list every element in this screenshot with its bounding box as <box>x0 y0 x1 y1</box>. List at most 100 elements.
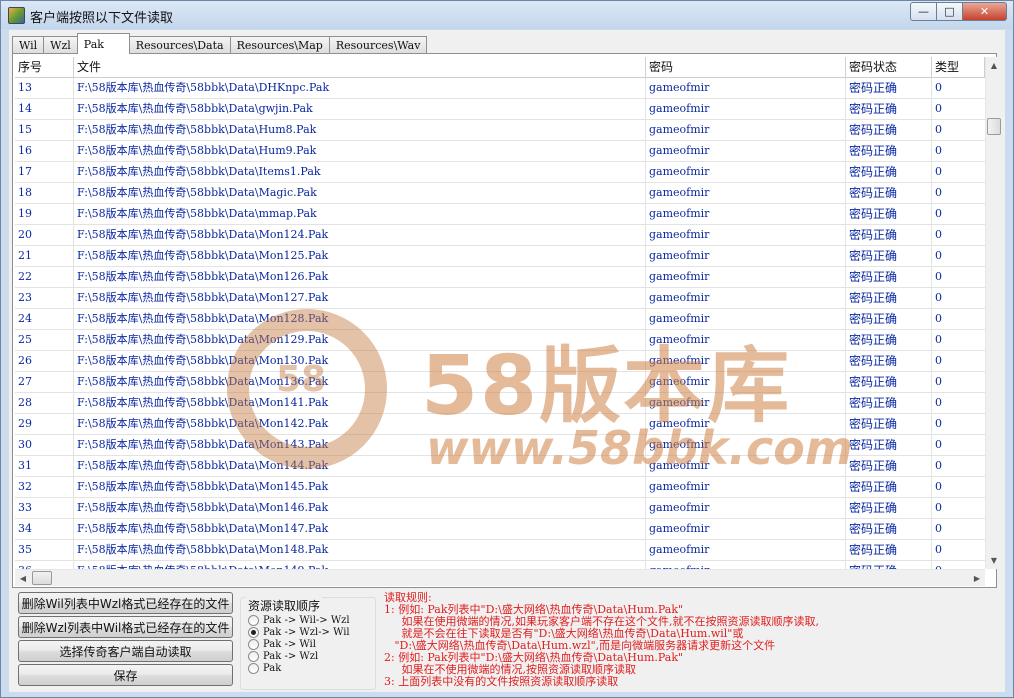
read-order-option[interactable]: Pak <box>248 662 350 674</box>
table-row[interactable]: 25 F:\58版本库\热血传奇\58bbk\Data\Mon129.Pak gam… <box>15 330 985 351</box>
table-row[interactable]: 31 F:\58版本库\热血传奇\58bbk\Data\Mon144.Pak gam… <box>15 456 985 477</box>
table-row[interactable]: 36F:\58版本库\热血传奇\58bbk\Data\Mon149.Pakgam… <box>15 561 985 569</box>
radio-unchecked-icon[interactable] <box>248 662 259 674</box>
row-index-cell: 36 <box>15 561 74 569</box>
table-row[interactable]: 30 F:\58版本库\热血传奇\58bbk\Data\Mon143.Pak gam… <box>15 435 985 456</box>
scroll-right-icon[interactable]: ▶ <box>969 570 985 587</box>
save-button[interactable]: 保存 <box>18 664 233 686</box>
row-index-cell: 18 <box>15 183 74 203</box>
vertical-scroll-thumb[interactable] <box>987 118 1001 135</box>
row-type-cell: 0 <box>935 438 942 451</box>
read-order-option[interactable]: Pak -> Wil-> Wzl <box>248 614 350 626</box>
row-password-cell: gameofmir <box>646 309 846 329</box>
row-file-cell: F:\58版本库\热血传奇\58bbk\Data\Mon147.Pak <box>74 519 646 539</box>
row-status-cell: 密码正确 <box>846 225 932 245</box>
row-index-cell: 21 <box>15 246 74 266</box>
tab-pak[interactable]: Pak <box>76 33 130 54</box>
table-body: 13 F:\58版本库\热血传奇\58bbk\Data\DHKnpc.Pak gam… <box>15 78 985 569</box>
table-row[interactable]: 34 F:\58版本库\热血传奇\58bbk\Data\Mon147.Pak gam… <box>15 519 985 540</box>
row-type-cell: 0 <box>935 417 942 430</box>
row-status-cell: 密码正确 <box>846 309 932 329</box>
row-password-cell: gameofmir <box>646 288 846 308</box>
row-file-cell: F:\58版本库\热血传奇\58bbk\Data\Mon149.Pak <box>74 561 646 569</box>
table-row[interactable]: 35 F:\58版本库\热血传奇\58bbk\Data\Mon148.Pak gam… <box>15 540 985 561</box>
tab-resources-map[interactable]: Resources\Map <box>229 36 330 54</box>
table-row[interactable]: 15 F:\58版本库\热血传奇\58bbk\Data\Hum8.Pak gameo… <box>15 120 985 141</box>
title-bar[interactable]: 客户端按照以下文件读取 — □ ✕ <box>1 1 1013 29</box>
delete-wzl-duplicates-button[interactable]: 删除Wzl列表中Wil格式已经存在的文件 <box>18 616 233 638</box>
row-type-cell: 0 <box>935 123 942 136</box>
read-order-option-label: Pak -> Wil-> Wzl <box>263 614 350 626</box>
row-index-cell: 32 <box>15 477 74 497</box>
row-type-cell: 0 <box>935 312 942 325</box>
table-row[interactable]: 16 F:\58版本库\热血传奇\58bbk\Data\Hum9.Pak gameo… <box>15 141 985 162</box>
table-row[interactable]: 19 F:\58版本库\热血传奇\58bbk\Data\mmap.Pak gameo… <box>15 204 985 225</box>
row-password-cell: gameofmir <box>646 246 846 266</box>
table-row[interactable]: 27 F:\58版本库\热血传奇\58bbk\Data\Mon136.Pak gam… <box>15 372 985 393</box>
vertical-scrollbar[interactable]: ▲ ▼ <box>985 57 1001 569</box>
table-row[interactable]: 17 F:\58版本库\热血传奇\58bbk\Data\Items1.Pak gam… <box>15 162 985 183</box>
row-password-cell: gameofmir <box>646 372 846 392</box>
radio-unchecked-icon[interactable] <box>248 638 259 650</box>
close-button[interactable]: ✕ <box>963 2 1007 21</box>
row-file-cell: F:\58版本库\热血传奇\58bbk\Data\Mon128.Pak <box>74 309 646 329</box>
horizontal-scroll-thumb[interactable] <box>32 571 52 585</box>
window-title: 客户端按照以下文件读取 <box>30 11 174 26</box>
table-row[interactable]: 18 F:\58版本库\热血传奇\58bbk\Data\Magic.Pak game… <box>15 183 985 204</box>
row-type-cell: 0 <box>935 459 942 472</box>
minimize-button[interactable]: — <box>910 2 937 21</box>
radio-unchecked-icon[interactable] <box>248 614 259 626</box>
maximize-button[interactable]: □ <box>937 2 963 21</box>
row-index-cell: 27 <box>15 372 74 392</box>
table-row[interactable]: 24 F:\58版本库\热血传奇\58bbk\Data\Mon128.Pak gam… <box>15 309 985 330</box>
table-row[interactable]: 29 F:\58版本库\热血传奇\58bbk\Data\Mon142.Pak gam… <box>15 414 985 435</box>
read-order-option[interactable]: Pak -> Wzl <box>248 650 350 662</box>
row-password-cell: gameofmir <box>646 204 846 224</box>
row-index-cell: 35 <box>15 540 74 560</box>
read-order-option[interactable]: Pak -> Wil <box>248 638 350 650</box>
table-row[interactable]: 21 F:\58版本库\热血传奇\58bbk\Data\Mon125.Pak gam… <box>15 246 985 267</box>
table-row[interactable]: 13 F:\58版本库\热血传奇\58bbk\Data\DHKnpc.Pak gam… <box>15 78 985 99</box>
tab-resources-wav[interactable]: Resources\Wav <box>328 36 428 54</box>
auto-read-client-button[interactable]: 选择传奇客户端自动读取 <box>18 640 233 662</box>
row-status-cell: 密码正确 <box>846 246 932 266</box>
horizontal-scrollbar[interactable]: ◀ ▶ <box>15 569 985 586</box>
column-header-status[interactable]: 密码状态 <box>846 57 932 77</box>
read-rules-text: 读取规则: 1: 例如: Pak列表中"D:\盛大网络\热血传奇\Data\Hum… <box>384 592 994 688</box>
table-row[interactable]: 23 F:\58版本库\热血传奇\58bbk\Data\Mon127.Pak gam… <box>15 288 985 309</box>
read-order-title: 资源读取顺序 <box>246 597 323 614</box>
radio-unchecked-icon[interactable] <box>248 650 259 662</box>
tab-wzl[interactable]: Wzl <box>43 36 78 54</box>
scroll-left-icon[interactable]: ◀ <box>15 570 31 587</box>
table-row[interactable]: 22 F:\58版本库\热血传奇\58bbk\Data\Mon126.Pak gam… <box>15 267 985 288</box>
column-header-password[interactable]: 密码 <box>646 57 846 77</box>
row-type-cell: 0 <box>935 543 942 556</box>
tab-wil[interactable]: Wil <box>12 36 45 54</box>
row-status-cell: 密码正确 <box>846 540 932 560</box>
row-status-cell: 密码正确 <box>846 561 932 569</box>
row-status-cell: 密码正确 <box>846 99 932 119</box>
row-file-cell: F:\58版本库\热血传奇\58bbk\Data\Mon144.Pak <box>74 456 646 476</box>
table-row[interactable]: 26 F:\58版本库\热血传奇\58bbk\Data\Mon130.Pak gam… <box>15 351 985 372</box>
table-row[interactable]: 28 F:\58版本库\热血传奇\58bbk\Data\Mon141.Pak gam… <box>15 393 985 414</box>
column-header-file[interactable]: 文件 <box>74 57 646 77</box>
read-order-option[interactable]: Pak -> Wzl-> Wil <box>248 626 350 638</box>
row-status-cell: 密码正确 <box>846 78 932 98</box>
column-header-type[interactable]: 类型 <box>932 57 985 77</box>
row-index-cell: 34 <box>15 519 74 539</box>
tab-resources-data[interactable]: Resources\Data <box>128 36 231 54</box>
row-status-cell: 密码正确 <box>846 351 932 371</box>
table-row[interactable]: 20 F:\58版本库\热血传奇\58bbk\Data\Mon124.Pak gam… <box>15 225 985 246</box>
scroll-up-icon[interactable]: ▲ <box>986 57 1002 74</box>
row-index-cell: 24 <box>15 309 74 329</box>
radio-checked-icon[interactable] <box>248 626 259 638</box>
row-file-cell: F:\58版本库\热血传奇\58bbk\Data\Mon130.Pak <box>74 351 646 371</box>
file-table[interactable]: 序号 文件 密码 密码状态 类型 13 F:\58版本库\热血传奇\58bbk\D… <box>15 57 985 569</box>
table-row[interactable]: 33 F:\58版本库\热血传奇\58bbk\Data\Mon146.Pak gam… <box>15 498 985 519</box>
table-row[interactable]: 14 F:\58版本库\热血传奇\58bbk\Data\gwjin.Pak game… <box>15 99 985 120</box>
delete-wil-duplicates-button[interactable]: 删除Wil列表中Wzl格式已经存在的文件 <box>18 592 233 614</box>
row-type-cell: 0 <box>935 333 942 346</box>
column-header-index[interactable]: 序号 <box>15 57 74 77</box>
table-row[interactable]: 32 F:\58版本库\热血传奇\58bbk\Data\Mon145.Pak gam… <box>15 477 985 498</box>
scroll-down-icon[interactable]: ▼ <box>986 552 1002 569</box>
